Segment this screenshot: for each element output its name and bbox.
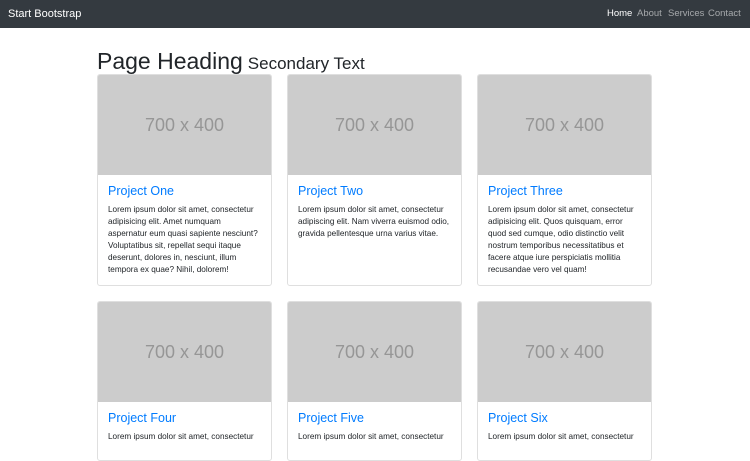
card-text: Lorem ipsum dolor sit amet, consectetur xyxy=(488,432,634,441)
card-title-link[interactable]: Project Two xyxy=(298,184,451,199)
card-title-link[interactable]: Project Three xyxy=(488,184,641,199)
card-text: Lorem ipsum dolor sit amet, consectetur … xyxy=(298,205,450,238)
page-subtitle: Secondary Text xyxy=(247,54,365,73)
image-size-label: 700 x 400 xyxy=(334,114,415,135)
project-card: 700 x 400 Project Six Lorem ipsum dolor … xyxy=(477,301,652,461)
card-image-placeholder[interactable]: 700 x 400 xyxy=(98,302,271,402)
project-card: 700 x 400 Project Three Lorem ipsum dolo… xyxy=(477,74,652,286)
card-image-placeholder[interactable]: 700 x 400 xyxy=(98,75,271,175)
card-image-placeholder[interactable]: 700 x 400 xyxy=(478,75,651,175)
card-title-link[interactable]: Project Six xyxy=(488,411,641,426)
image-size-label: 700 x 400 xyxy=(144,114,225,135)
card-body: Project Three Lorem ipsum dolor sit amet… xyxy=(478,175,651,285)
card-image-placeholder[interactable]: 700 x 400 xyxy=(288,75,461,175)
project-card: 700 x 400 Project Two Lorem ipsum dolor … xyxy=(287,74,462,286)
page-heading: Page Heading Secondary Text xyxy=(97,40,365,78)
card-title-link[interactable]: Project Four xyxy=(108,411,261,426)
top-navbar: Start Bootstrap Home About Services Cont… xyxy=(0,0,750,28)
project-card: 700 x 400 Project One Lorem ipsum dolor … xyxy=(97,74,272,286)
page-title: Page Heading xyxy=(97,48,243,74)
image-size-label: 700 x 400 xyxy=(144,341,225,362)
card-body: Project Six Lorem ipsum dolor sit amet, … xyxy=(478,402,651,453)
card-body: Project Four Lorem ipsum dolor sit amet,… xyxy=(98,402,271,453)
card-text: Lorem ipsum dolor sit amet, consectetur xyxy=(108,432,254,441)
card-body: Project Two Lorem ipsum dolor sit amet, … xyxy=(288,175,461,250)
card-image-placeholder[interactable]: 700 x 400 xyxy=(288,302,461,402)
nav-link-home[interactable]: Home xyxy=(607,8,632,20)
card-body: Project One Lorem ipsum dolor sit amet, … xyxy=(98,175,271,285)
image-size-label: 700 x 400 xyxy=(524,114,605,135)
project-card: 700 x 400 Project Four Lorem ipsum dolor… xyxy=(97,301,272,461)
image-size-label: 700 x 400 xyxy=(334,341,415,362)
brand-link[interactable]: Start Bootstrap xyxy=(8,7,81,21)
project-card: 700 x 400 Project Five Lorem ipsum dolor… xyxy=(287,301,462,461)
card-text: Lorem ipsum dolor sit amet, consectetur … xyxy=(488,205,634,274)
card-title-link[interactable]: Project Five xyxy=(298,411,451,426)
card-title-link[interactable]: Project One xyxy=(108,184,261,199)
nav-link-contact[interactable]: Contact xyxy=(708,8,741,20)
card-image-placeholder[interactable]: 700 x 400 xyxy=(478,302,651,402)
card-body: Project Five Lorem ipsum dolor sit amet,… xyxy=(288,402,461,453)
card-text: Lorem ipsum dolor sit amet, consectetur xyxy=(298,432,444,441)
nav-link-about[interactable]: About xyxy=(637,8,662,20)
nav-link-services[interactable]: Services xyxy=(668,8,704,20)
card-text: Lorem ipsum dolor sit amet, consectetur … xyxy=(108,205,258,274)
image-size-label: 700 x 400 xyxy=(524,341,605,362)
